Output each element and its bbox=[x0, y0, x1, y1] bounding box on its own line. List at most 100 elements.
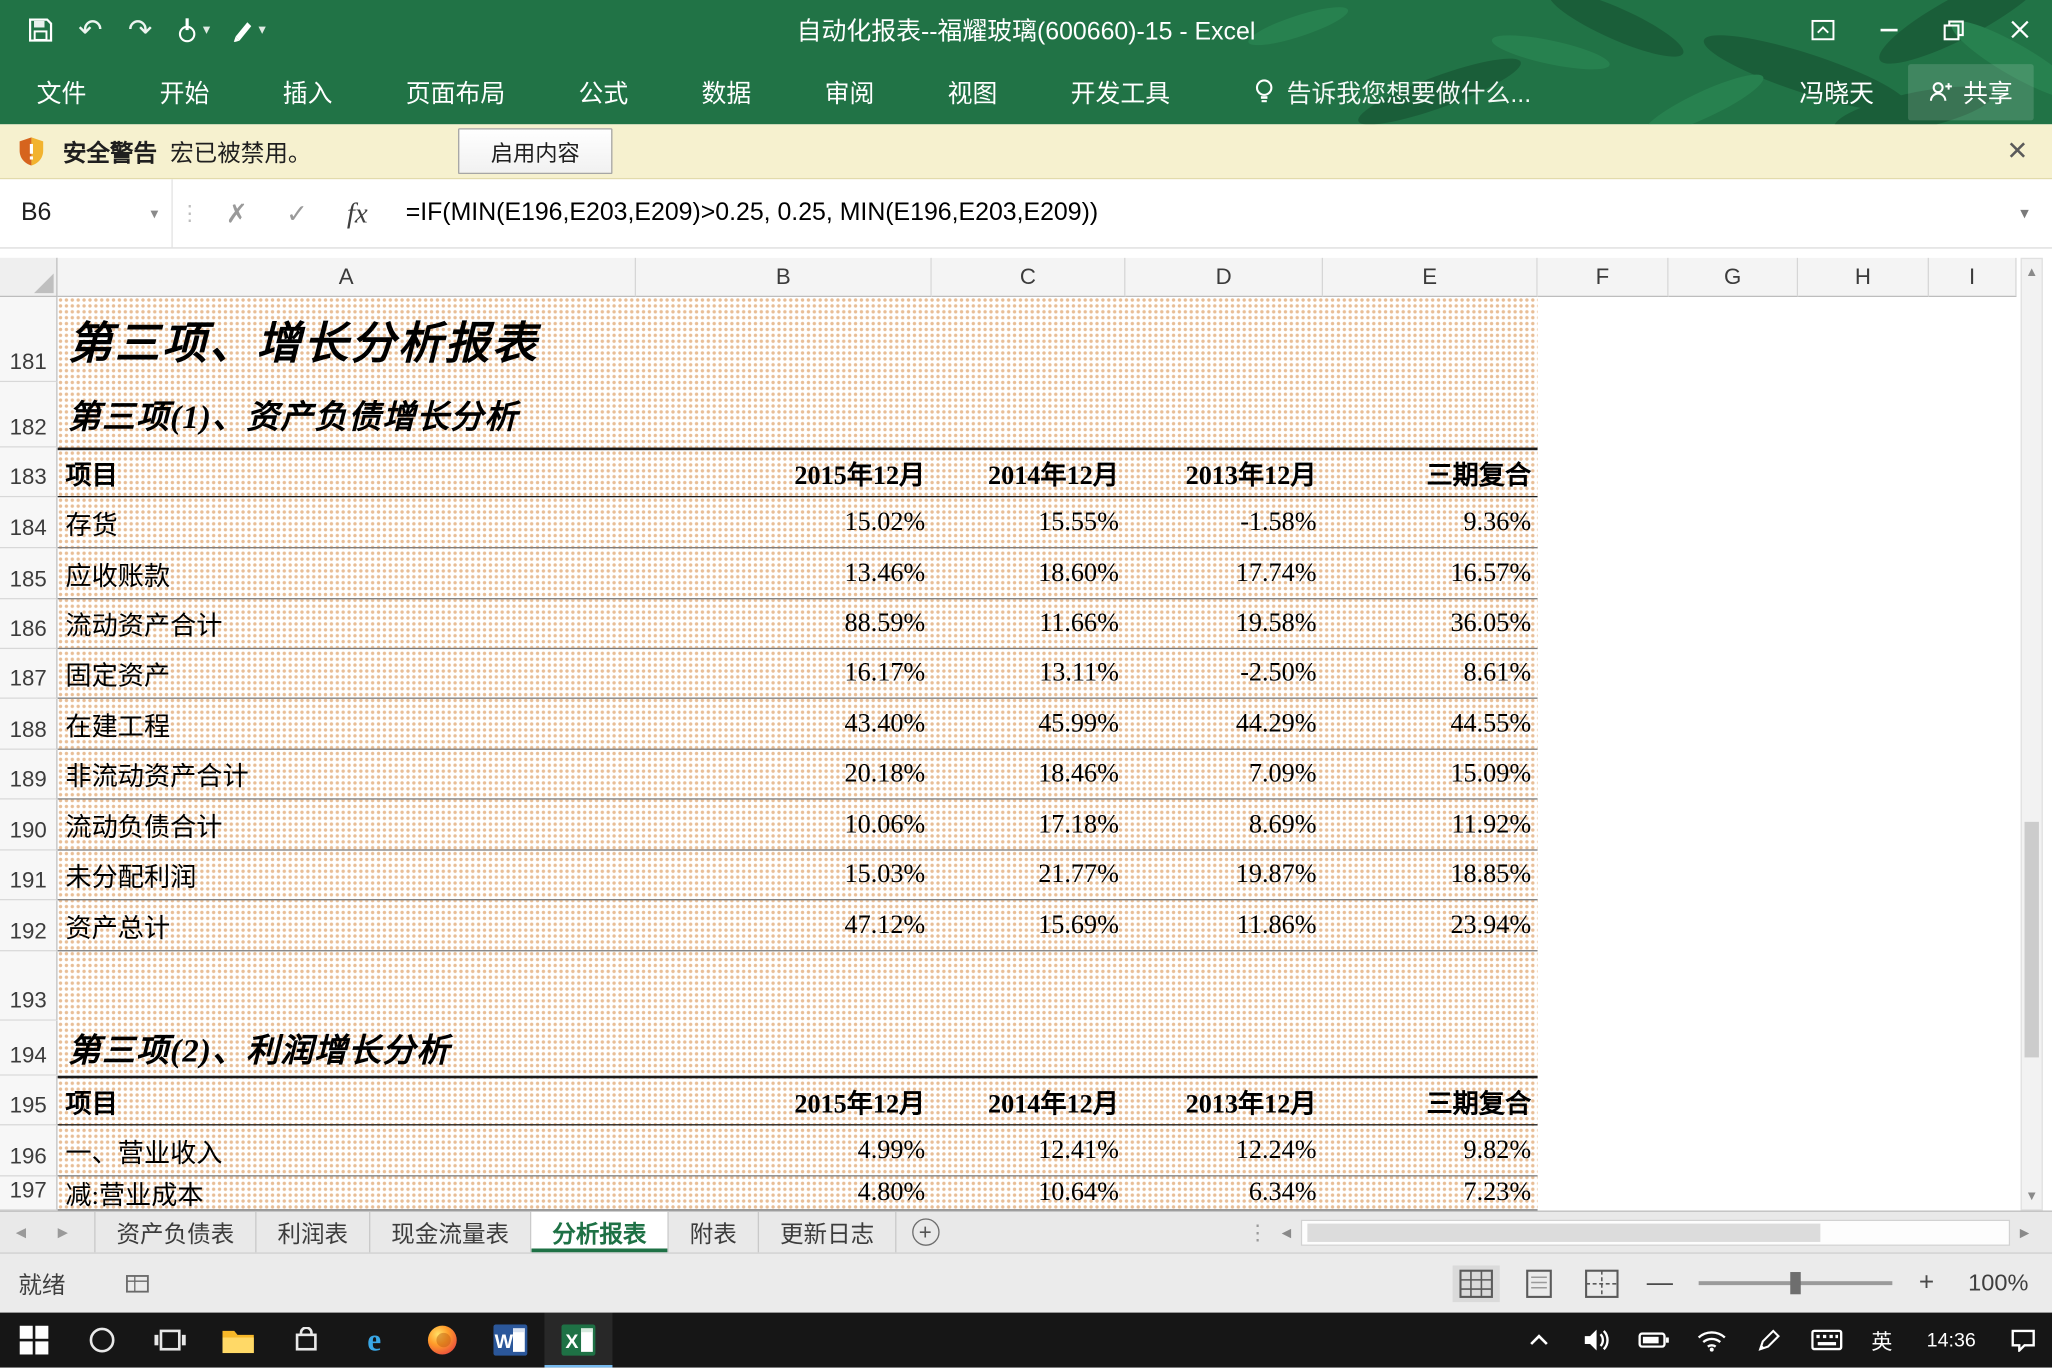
horizontal-scrollbar[interactable]: ◄ ► bbox=[1272, 1212, 2039, 1253]
task-view-icon[interactable] bbox=[136, 1313, 204, 1368]
value-cell[interactable]: 2013年12月 bbox=[1125, 1078, 1323, 1124]
value-cell[interactable]: 21.77% bbox=[932, 851, 1126, 899]
chevron-down-icon[interactable]: ▾ bbox=[150, 204, 158, 222]
value-cell[interactable]: 18.60% bbox=[932, 548, 1126, 598]
word-icon[interactable]: W bbox=[476, 1313, 544, 1368]
row-header-184[interactable]: 184 bbox=[0, 497, 58, 548]
ribbon-tab-公式[interactable]: 公式 bbox=[542, 59, 665, 124]
excel-icon[interactable]: X bbox=[544, 1313, 612, 1368]
row-header-188[interactable]: 188 bbox=[0, 699, 58, 750]
row-header-196[interactable]: 196 bbox=[0, 1125, 58, 1176]
value-cell[interactable]: 36.05% bbox=[1323, 599, 1538, 647]
zoom-slider[interactable] bbox=[1699, 1281, 1893, 1285]
column-header-H[interactable]: H bbox=[1798, 258, 1929, 297]
ribbon-tab-插入[interactable]: 插入 bbox=[246, 59, 369, 124]
value-cell[interactable]: 15.69% bbox=[932, 900, 1126, 950]
row-label-cell[interactable]: 项目 bbox=[58, 1078, 636, 1124]
scroll-down-icon[interactable]: ▼ bbox=[2022, 1183, 2042, 1209]
value-cell[interactable]: 8.69% bbox=[1125, 800, 1323, 850]
value-cell[interactable]: 13.11% bbox=[932, 649, 1126, 697]
value-cell[interactable]: 2014年12月 bbox=[932, 1078, 1126, 1124]
row-label-cell[interactable]: 流动资产合计 bbox=[58, 599, 636, 647]
ribbon-tab-开发工具[interactable]: 开发工具 bbox=[1034, 59, 1207, 124]
row-header-195[interactable]: 195 bbox=[0, 1076, 58, 1126]
value-cell[interactable]: 12.24% bbox=[1125, 1125, 1323, 1175]
macro-record-icon[interactable] bbox=[126, 1274, 150, 1292]
value-cell[interactable]: 44.29% bbox=[1125, 699, 1323, 749]
file-explorer-icon[interactable] bbox=[204, 1313, 272, 1368]
empty-row[interactable] bbox=[58, 951, 1538, 1020]
value-cell[interactable]: 15.03% bbox=[636, 851, 932, 899]
row-header-194[interactable]: 194 bbox=[0, 1021, 58, 1076]
volume-icon[interactable] bbox=[1568, 1313, 1626, 1368]
customize-qat-icon[interactable]: ▾ bbox=[221, 0, 277, 59]
row-header-182[interactable]: 182 bbox=[0, 382, 58, 447]
value-cell[interactable]: 10.64% bbox=[932, 1176, 1126, 1209]
row-header-193[interactable]: 193 bbox=[0, 951, 58, 1020]
row-label-cell[interactable]: 存货 bbox=[58, 497, 636, 547]
row-header-192[interactable]: 192 bbox=[0, 900, 58, 951]
row-header-181[interactable]: 181 bbox=[0, 297, 58, 382]
value-cell[interactable]: 8.61% bbox=[1323, 649, 1538, 697]
value-cell[interactable]: 16.17% bbox=[636, 649, 932, 697]
undo-icon[interactable]: ↶ bbox=[65, 0, 115, 59]
next-sheet-icon[interactable]: ► bbox=[42, 1212, 84, 1253]
value-cell[interactable]: 4.80% bbox=[636, 1176, 932, 1209]
column-header-E[interactable]: E bbox=[1323, 258, 1538, 297]
row-label-cell[interactable]: 应收账款 bbox=[58, 548, 636, 598]
row-header-189[interactable]: 189 bbox=[0, 750, 58, 800]
value-cell[interactable]: 三期复合 bbox=[1323, 1078, 1538, 1124]
row-label-cell[interactable]: 项目 bbox=[58, 450, 636, 496]
column-header-D[interactable]: D bbox=[1125, 258, 1323, 297]
column-header-A[interactable]: A bbox=[58, 258, 636, 297]
zoom-out-icon[interactable]: — bbox=[1641, 1268, 1678, 1298]
value-cell[interactable]: 6.34% bbox=[1125, 1176, 1323, 1209]
row-header-186[interactable]: 186 bbox=[0, 599, 58, 649]
vertical-scrollbar[interactable]: ▲ ▼ bbox=[2021, 258, 2043, 1211]
restore-icon[interactable] bbox=[1921, 0, 1986, 59]
redo-icon[interactable]: ↷ bbox=[115, 0, 165, 59]
value-cell[interactable]: 18.85% bbox=[1323, 851, 1538, 899]
insert-function-icon[interactable]: fx bbox=[327, 179, 387, 247]
prev-sheet-icon[interactable]: ◄ bbox=[0, 1212, 42, 1253]
row-header-183[interactable]: 183 bbox=[0, 448, 58, 498]
row-label-cell[interactable]: 减:营业成本 bbox=[58, 1176, 636, 1209]
tell-me-box[interactable]: 告诉我您想要做什么... bbox=[1254, 74, 1531, 109]
row-label-cell[interactable]: 在建工程 bbox=[58, 699, 636, 749]
value-cell[interactable]: 17.18% bbox=[932, 800, 1126, 850]
zoom-level[interactable]: 100% bbox=[1955, 1269, 2028, 1296]
row-header-190[interactable]: 190 bbox=[0, 800, 58, 851]
column-header-B[interactable]: B bbox=[636, 258, 932, 297]
cortana-icon[interactable] bbox=[68, 1313, 136, 1368]
name-box[interactable]: B6 ▾ bbox=[0, 179, 173, 247]
row-label-cell[interactable]: 流动负债合计 bbox=[58, 800, 636, 850]
row-header-197[interactable]: 197 bbox=[0, 1176, 58, 1210]
row-header-191[interactable]: 191 bbox=[0, 851, 58, 901]
cells-area[interactable]: 第三项、增长分析报表第三项(1)、资产负债增长分析项目2015年12月2014年… bbox=[58, 297, 2017, 1210]
ribbon-tab-审阅[interactable]: 审阅 bbox=[788, 59, 911, 124]
value-cell[interactable]: 17.74% bbox=[1125, 548, 1323, 598]
row-label-cell[interactable]: 资产总计 bbox=[58, 900, 636, 950]
sheet-tab-更新日志[interactable]: 更新日志 bbox=[759, 1212, 896, 1253]
ribbon-tab-数据[interactable]: 数据 bbox=[665, 59, 788, 124]
table-subtitle-cell[interactable]: 第三项(1)、资产负债增长分析 bbox=[58, 382, 1538, 447]
value-cell[interactable]: 13.46% bbox=[636, 548, 932, 598]
value-cell[interactable]: 2015年12月 bbox=[636, 450, 932, 496]
value-cell[interactable]: 9.36% bbox=[1323, 497, 1538, 547]
vertical-scroll-thumb[interactable] bbox=[2025, 822, 2039, 1058]
formula-input[interactable]: =IF(MIN(E196,E203,E209)>0.25, 0.25, MIN(… bbox=[387, 179, 1997, 247]
horizontal-scroll-track[interactable] bbox=[1301, 1219, 2010, 1245]
value-cell[interactable]: 23.94% bbox=[1323, 900, 1538, 950]
sheet-tab-分析报表[interactable]: 分析报表 bbox=[531, 1212, 668, 1253]
row-label-cell[interactable]: 非流动资产合计 bbox=[58, 750, 636, 798]
chevron-up-icon[interactable] bbox=[1510, 1313, 1568, 1368]
battery-icon[interactable] bbox=[1625, 1313, 1683, 1368]
new-sheet-button[interactable]: + bbox=[896, 1212, 954, 1253]
value-cell[interactable]: 16.57% bbox=[1323, 548, 1538, 598]
scroll-left-icon[interactable]: ◄ bbox=[1272, 1223, 1301, 1241]
value-cell[interactable]: 19.87% bbox=[1125, 851, 1323, 899]
ribbon-tab-视图[interactable]: 视图 bbox=[911, 59, 1034, 124]
ribbon-tab-文件[interactable]: 文件 bbox=[0, 59, 123, 124]
page-break-preview-icon[interactable] bbox=[1579, 1265, 1626, 1302]
value-cell[interactable]: 4.99% bbox=[636, 1125, 932, 1175]
